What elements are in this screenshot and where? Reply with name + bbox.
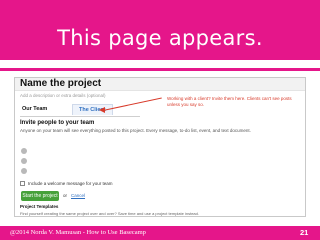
callout-arrow-icon xyxy=(99,107,105,113)
person-icon[interactable] xyxy=(21,158,27,164)
cancel-link[interactable]: Cancel xyxy=(71,193,85,198)
invite-list xyxy=(21,148,27,178)
person-icon[interactable] xyxy=(21,168,27,174)
footer-credit: @2014 Norda V. Mamusan - How to Use Base… xyxy=(10,229,146,236)
project-name-heading[interactable]: Name the project xyxy=(20,78,101,89)
start-project-button[interactable]: Start the project xyxy=(21,191,59,201)
screenshot-panel: Name the project Add a description or ex… xyxy=(14,77,306,217)
divider xyxy=(0,68,320,71)
invite-text: Anyone on your team will see everything … xyxy=(20,128,251,133)
slide-title: This page appears. xyxy=(57,26,263,50)
invite-heading: Invite people to your team xyxy=(20,120,95,126)
tab-our-team[interactable]: Our Team xyxy=(22,106,47,112)
page-number: 21 xyxy=(300,228,309,237)
welcome-checkbox[interactable] xyxy=(20,181,25,187)
welcome-message-row[interactable]: Include a welcome message for your team xyxy=(20,181,113,187)
person-icon[interactable] xyxy=(21,148,27,154)
welcome-label: Include a welcome message for your team xyxy=(28,181,113,186)
client-callout: Working with a client? Invite them here.… xyxy=(167,96,292,107)
description-field[interactable]: Add a description or extra details (opti… xyxy=(20,93,106,98)
project-name-header: Name the project xyxy=(15,78,305,91)
templates-text: Find yourself creating the same project … xyxy=(20,211,199,216)
templates-heading: Project Templates xyxy=(20,204,59,209)
or-text: or xyxy=(63,193,68,198)
